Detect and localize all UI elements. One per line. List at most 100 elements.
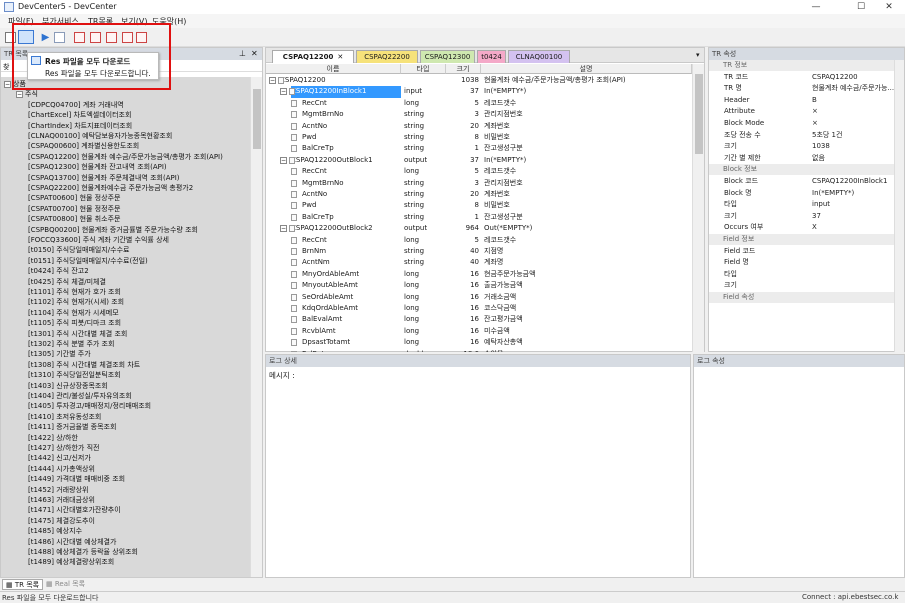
- minimize-button[interactable]: —: [798, 0, 834, 14]
- tree-item[interactable]: [t0150] 주식당일매매일지/수수료: [1, 245, 129, 255]
- property-row[interactable]: Attribute ×: [709, 106, 895, 117]
- row-expander-icon[interactable]: −: [280, 225, 287, 233]
- tree-item[interactable]: [t1427] 상/하한가 직전: [1, 443, 99, 453]
- property-row[interactable]: 크기 37: [709, 211, 895, 222]
- property-row[interactable]: Field 코드: [709, 246, 895, 257]
- grid-row[interactable]: KdqOrdAbleAmt long 16 코스닥금액: [266, 303, 692, 314]
- grid-row[interactable]: RcvblAmt long 16 미수금액: [266, 326, 692, 337]
- grid-row[interactable]: CSPAQ12200OutBlock1 output 37 In(*EMPTY*) −: [266, 155, 692, 166]
- tree-item[interactable]: [t1489] 예상체결량상위조회: [1, 557, 114, 567]
- grid-row[interactable]: MgmtBrnNo string 3 관리지점번호: [266, 109, 692, 120]
- tree-item[interactable]: [ChartExcel] 차트엑셀데이터조회: [1, 110, 131, 120]
- grid-row[interactable]: SeOrdAbleAmt long 16 거래소금액: [266, 292, 692, 303]
- tab-cspaq12200[interactable]: CSPAQ12200 ✕: [272, 50, 354, 63]
- grid-row[interactable]: DpsastTotamt long 16 예탁자산총액: [266, 337, 692, 348]
- property-row[interactable]: 크기 1038: [709, 141, 895, 152]
- grid-row[interactable]: CSPAQ12200 1038 현물계좌 예수금/주문가능금액/총평가 조회(API…: [266, 75, 692, 86]
- property-row[interactable]: 조당 전송 수 5초당 1건: [709, 130, 895, 141]
- tree-item[interactable]: [CDPCQ04700] 계좌 거래내역: [1, 100, 124, 110]
- tree-item[interactable]: [t1302] 주식 분별 주가 조회: [1, 339, 114, 349]
- tree-expander-icon[interactable]: −: [16, 90, 23, 98]
- tree-item[interactable]: [t1475] 체결강도추이: [1, 516, 95, 526]
- tree-item[interactable]: [CSPAT00600] 현물 정상주문: [1, 193, 120, 203]
- tree-item[interactable]: [t1105] 주식 피봇/디마크 조회: [1, 318, 121, 328]
- tree-item[interactable]: [t1488] 예상체결가 등락율 상위조회: [1, 547, 138, 557]
- tab-close-icon[interactable]: ✕: [337, 53, 343, 61]
- property-row[interactable]: Block 명 In(*EMPTY*): [709, 188, 895, 199]
- tree-item[interactable]: [t1410] 초저유동성조회: [1, 412, 101, 422]
- tab-cspaq12300[interactable]: CSPAQ12300: [420, 50, 475, 63]
- grid-scrollbar[interactable]: [692, 64, 704, 352]
- grid-row[interactable]: RecCnt long 5 레코드갯수: [266, 235, 692, 246]
- tree-item[interactable]: [CSPBQ00200] 현물계좌 증거금률별 주문가능수량 조회: [1, 225, 198, 235]
- tree-item[interactable]: [t1404] 관리/불성실/투자유의조회: [1, 391, 132, 401]
- tree-item[interactable]: [t1101] 주식 현재가 호가 조회: [1, 287, 121, 297]
- tree-item[interactable]: [t1449] 가격대별 매매비중 조회: [1, 474, 125, 484]
- tree-item[interactable]: [t1485] 예상지수: [1, 526, 82, 536]
- property-row[interactable]: Field 명: [709, 257, 895, 268]
- grid-row[interactable]: CSPAQ12200OutBlock2 output 964 Out(*EMPTY*)…: [266, 223, 692, 234]
- tree-item[interactable]: [t1452] 거래량상위: [1, 485, 88, 495]
- column-header[interactable]: 타입: [401, 64, 446, 74]
- tab-real-list[interactable]: ▦ Real 목록: [46, 579, 85, 590]
- property-row[interactable]: 크기: [709, 280, 895, 291]
- tree-item[interactable]: [t1444] 시가총액상위: [1, 464, 95, 474]
- tree-item[interactable]: [t1305] 기간별 주가: [1, 349, 91, 359]
- tree-item[interactable]: [t1308] 주식 시간대별 체결조회 차트: [1, 360, 140, 370]
- property-row[interactable]: Header B: [709, 95, 895, 106]
- tree-item[interactable]: [CSPAQ12300] 현물계좌 잔고내역 조회(API): [1, 162, 167, 172]
- tree-item[interactable]: [t1422] 상/하한: [1, 433, 78, 443]
- row-expander-icon[interactable]: −: [280, 88, 287, 96]
- column-header[interactable]: 크기: [446, 64, 481, 74]
- grid-row[interactable]: Pwd string 8 비밀번호: [266, 132, 692, 143]
- property-row[interactable]: TR 명 현물계좌 예수금/주문가능...: [709, 83, 895, 94]
- tree-item[interactable]: [t1471] 시간대별호가잔량추이: [1, 505, 121, 515]
- tab-clnaq00100[interactable]: CLNAQ00100: [508, 50, 570, 63]
- property-row[interactable]: 타입: [709, 269, 895, 280]
- grid-row[interactable]: BrnNm string 40 지점명: [266, 246, 692, 257]
- tree-item[interactable]: [CSPAQ00600] 계좌별신용한도조회: [1, 141, 139, 151]
- tree-item[interactable]: [ChartIndex] 차트지표데이터조회: [1, 121, 132, 131]
- tree-item[interactable]: [t0424] 주식 잔고2: [1, 266, 89, 276]
- tree-item[interactable]: [t0151] 주식당일매매일지/수수료(전일): [1, 256, 148, 266]
- grid-row[interactable]: AcntNo string 20 계좌번호: [266, 121, 692, 132]
- grid-row[interactable]: BalCreTp string 1 잔고생성구분: [266, 212, 692, 223]
- grid-row[interactable]: AcntNo string 20 계좌번호: [266, 189, 692, 200]
- column-header[interactable]: 설명: [481, 64, 692, 74]
- grid-row[interactable]: MgmtBrnNo string 3 관리지점번호: [266, 178, 692, 189]
- tab-cspaq22200[interactable]: CSPAQ22200: [356, 50, 418, 63]
- property-row[interactable]: Block 코드 CSPAQ12200InBlock1: [709, 176, 895, 187]
- tab-t0424[interactable]: t0424: [477, 50, 506, 63]
- grid-row[interactable]: CSPAQ12200InBlock1 input 37 In(*EMPTY*) −: [266, 86, 692, 98]
- tabs-dropdown-icon[interactable]: ▾: [696, 51, 700, 59]
- property-row[interactable]: TR 코드 CSPAQ12200: [709, 72, 895, 83]
- scroll-thumb[interactable]: [695, 74, 703, 154]
- tree-scrollbar[interactable]: [250, 77, 262, 580]
- grid-row[interactable]: BalCreTp string 1 잔고생성구분: [266, 143, 692, 154]
- property-row[interactable]: Block Mode ×: [709, 118, 895, 129]
- property-row[interactable]: Occurs 여부 X: [709, 222, 895, 233]
- grid-row[interactable]: Pwd string 8 비밀번호: [266, 200, 692, 211]
- grid-row[interactable]: BalEvalAmt long 16 잔고평가금액: [266, 314, 692, 325]
- grid-row[interactable]: PnlRatdouble 18.6 손익율: [266, 349, 692, 352]
- tab-tr-list[interactable]: ▦ TR 목록: [2, 579, 44, 590]
- grid-row[interactable]: RecCnt long 5 레코드갯수: [266, 98, 692, 109]
- tree-item[interactable]: [FOCCQ33600] 주식 계좌 기간별 수익률 상세: [1, 235, 169, 245]
- tree-item[interactable]: [CSPAQ13700] 현물계좌 주문체결내역 조회(API): [1, 173, 180, 183]
- column-header[interactable]: 이름: [266, 64, 401, 74]
- tree-item[interactable]: [t0425] 주식 체결/미체결: [1, 277, 106, 287]
- tree-item[interactable]: [CSPAT00700] 현물 정정주문: [1, 204, 120, 214]
- grid-row[interactable]: MnyOrdAbleAmt long 16 현금주문가능금액: [266, 269, 692, 280]
- row-expander-icon[interactable]: −: [280, 156, 287, 164]
- tree-item[interactable]: [t1403] 신규상장종목조회: [1, 381, 108, 391]
- property-row[interactable]: 기간 별 제한 없음: [709, 153, 895, 164]
- tree-item[interactable]: [t1405] 투자경고/매매정지/정리매매조회: [1, 401, 151, 411]
- tree-item[interactable]: [t1442] 신고/신저가: [1, 453, 91, 463]
- pin-icon[interactable]: ⊥: [239, 49, 246, 58]
- props-scrollbar[interactable]: [894, 60, 904, 352]
- tree-item[interactable]: [t1104] 주식 현재가 시세메모: [1, 308, 119, 318]
- row-expander-icon[interactable]: −: [269, 77, 276, 84]
- tree-item[interactable]: [CLNAQ00100] 예탁담보융자가능종목현황조회: [1, 131, 172, 141]
- tree-item[interactable]: [t1411] 증거금율별 종목조회: [1, 422, 116, 432]
- scroll-thumb[interactable]: [253, 89, 261, 149]
